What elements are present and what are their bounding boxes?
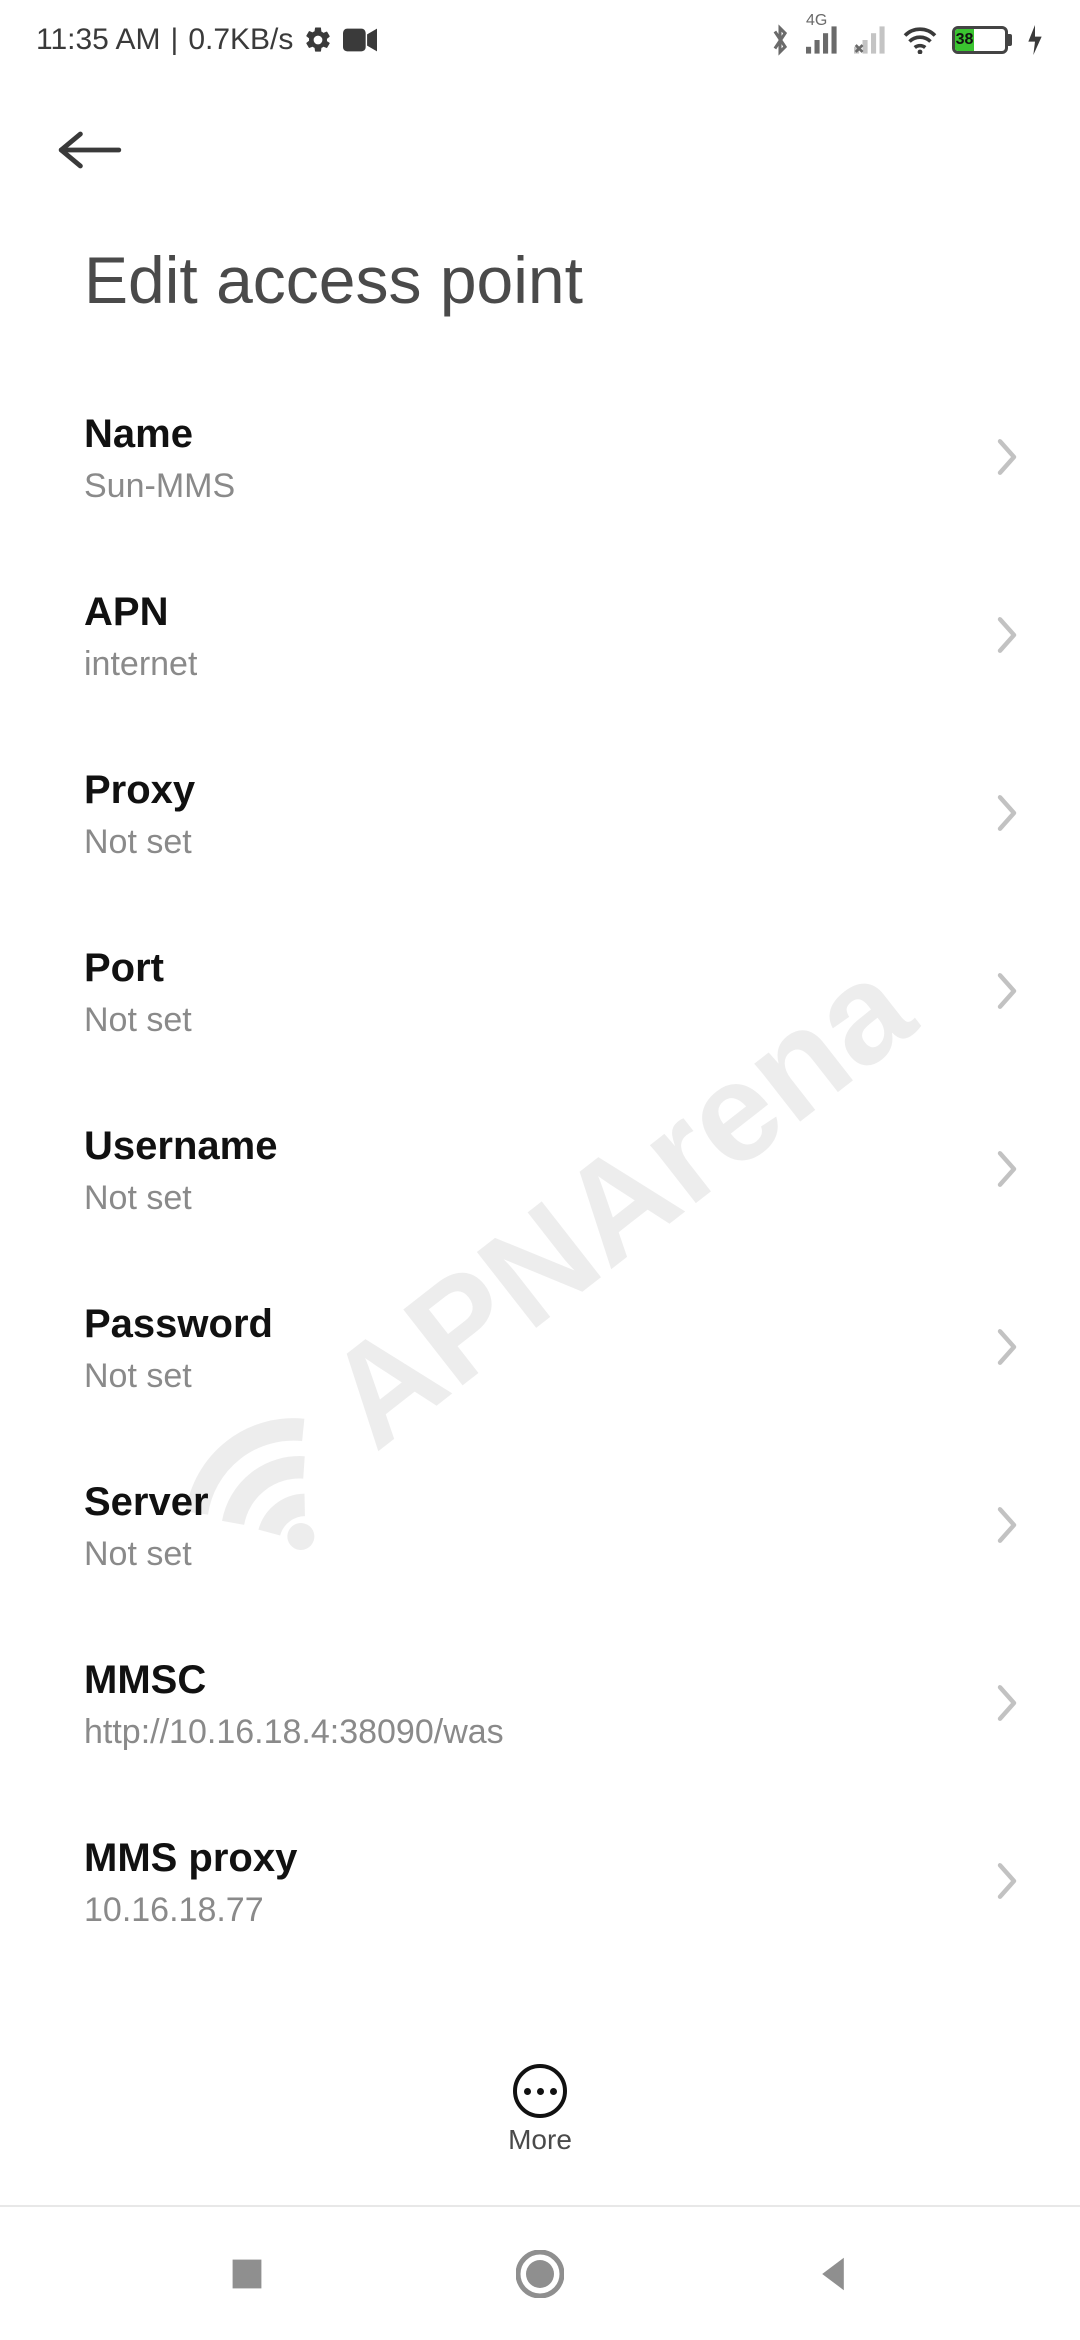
row-value: Not set <box>84 1535 209 1574</box>
arrow-left-icon <box>58 128 122 172</box>
square-icon <box>229 2256 265 2292</box>
row-title: Server <box>84 1480 209 1525</box>
chevron-right-icon <box>994 1148 1020 1195</box>
row-value: Not set <box>84 823 195 862</box>
row-value: Sun-MMS <box>84 467 235 506</box>
status-separator: | <box>171 23 179 57</box>
row-value: 10.16.18.77 <box>84 1891 297 1930</box>
chevron-right-icon <box>994 614 1020 661</box>
more-icon <box>513 2064 567 2118</box>
settings-row[interactable]: Port Not set <box>0 904 1080 1082</box>
settings-row[interactable]: MMS proxy 10.16.18.77 <box>0 1794 1080 1972</box>
header: Edit access point <box>0 80 1080 358</box>
row-value: http://10.16.18.4:38090/was <box>84 1713 504 1752</box>
chevron-right-icon <box>994 436 1020 483</box>
settings-row[interactable]: Name Sun-MMS <box>0 370 1080 548</box>
more-button[interactable]: More <box>0 2045 1080 2175</box>
row-title: Proxy <box>84 768 195 813</box>
chevron-right-icon <box>994 1682 1020 1729</box>
row-value: internet <box>84 645 197 684</box>
row-title: Password <box>84 1302 273 1347</box>
chevron-right-icon <box>994 792 1020 839</box>
more-label: More <box>508 2124 572 2156</box>
wifi-icon <box>902 26 938 54</box>
status-bar: 11:35 AM | 0.7KB/s 4G 38 <box>0 0 1080 80</box>
gear-icon <box>303 25 333 55</box>
charging-icon <box>1026 25 1044 55</box>
nav-bar <box>0 2205 1080 2340</box>
row-title: MMSC <box>84 1658 504 1703</box>
nav-back-button[interactable] <box>803 2244 863 2304</box>
chevron-right-icon <box>994 1860 1020 1907</box>
row-title: Username <box>84 1124 277 1169</box>
settings-row[interactable]: APN internet <box>0 548 1080 726</box>
row-value: Not set <box>84 1001 192 1040</box>
triangle-left-icon <box>815 2254 851 2294</box>
battery-icon: 38 <box>952 26 1012 54</box>
row-value: Not set <box>84 1357 273 1396</box>
row-value: Not set <box>84 1179 277 1218</box>
chevron-right-icon <box>994 970 1020 1017</box>
bluetooth-icon <box>768 23 792 57</box>
signal-nosim-icon <box>854 26 888 54</box>
page-title: Edit access point <box>48 192 1040 358</box>
nav-home-button[interactable] <box>510 2244 570 2304</box>
status-time: 11:35 AM <box>36 23 161 57</box>
back-button[interactable] <box>48 108 132 192</box>
circle-icon <box>516 2250 564 2298</box>
row-title: APN <box>84 590 197 635</box>
settings-row[interactable]: Proxy Not set <box>0 726 1080 904</box>
row-title: Port <box>84 946 192 991</box>
settings-row[interactable]: Server Not set <box>0 1438 1080 1616</box>
settings-row[interactable]: Password Not set <box>0 1260 1080 1438</box>
settings-row[interactable]: MMSC http://10.16.18.4:38090/was <box>0 1616 1080 1794</box>
nav-recent-button[interactable] <box>217 2244 277 2304</box>
video-icon <box>343 27 377 53</box>
settings-row[interactable]: Username Not set <box>0 1082 1080 1260</box>
status-net-speed: 0.7KB/s <box>188 23 293 57</box>
signal-4g-icon: 4G <box>806 26 840 54</box>
settings-list: Name Sun-MMS APN internet Proxy Not set Port No… <box>0 370 1080 2050</box>
chevron-right-icon <box>994 1326 1020 1373</box>
chevron-right-icon <box>994 1504 1020 1551</box>
row-title: Name <box>84 412 235 457</box>
row-title: MMS proxy <box>84 1836 297 1881</box>
